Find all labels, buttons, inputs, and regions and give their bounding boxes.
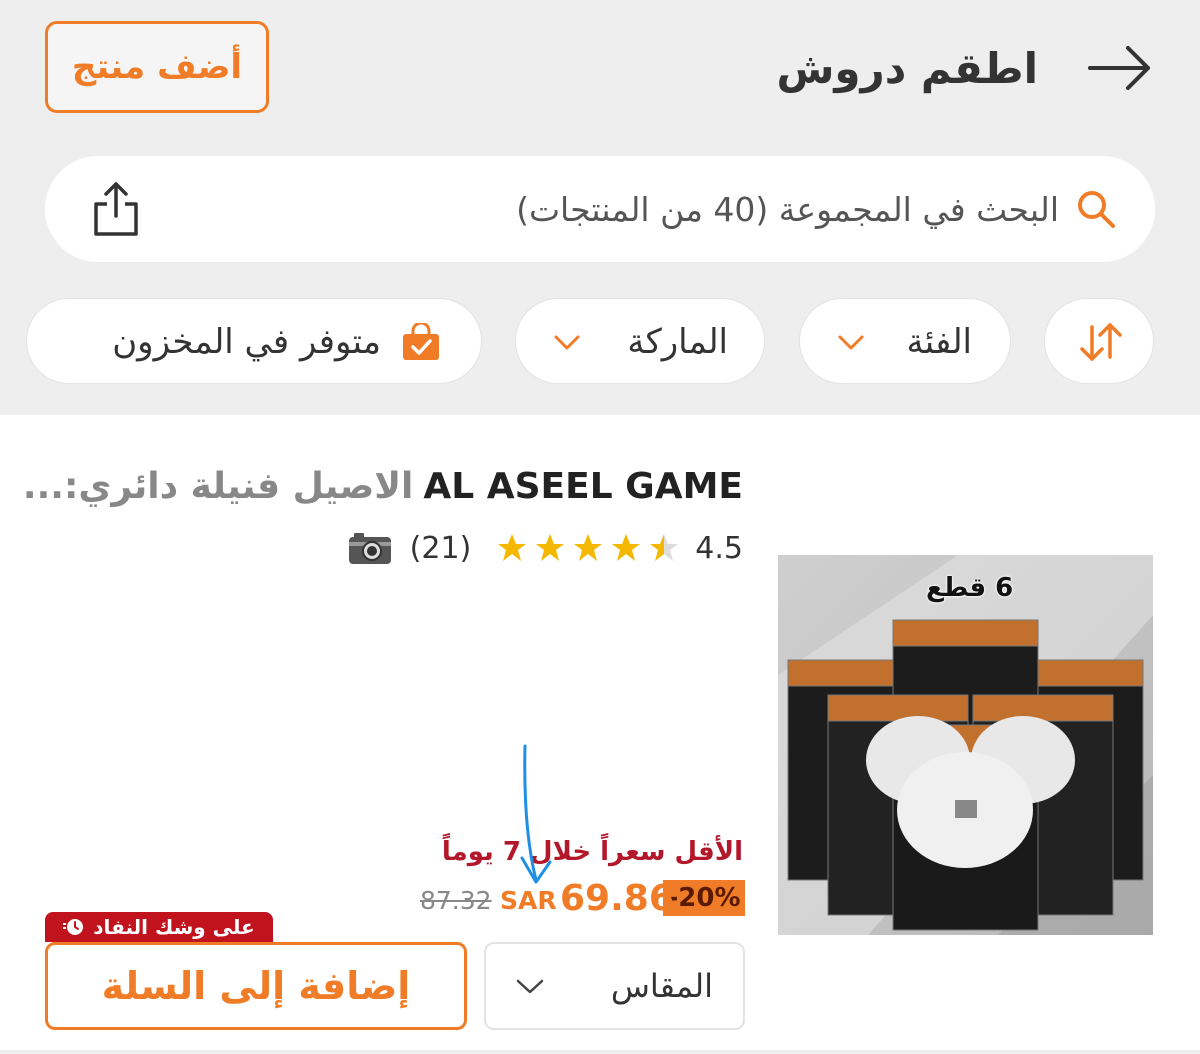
add-to-cart-button[interactable]: إضافة إلى السلة [45,942,467,1030]
chevron-down-icon [516,979,544,994]
image-pieces-label: 6 قطع [926,573,1014,603]
shopping-bag-check-icon [403,323,439,360]
share-icon[interactable] [93,180,139,238]
size-select[interactable]: المقاس [484,942,745,1030]
product-title-brand: AL ASEEL GAME [423,465,743,507]
category-filter[interactable]: الفئة [799,298,1011,384]
currency-label: SAR [500,885,557,915]
product-rating: 4.5 (21) [348,526,743,570]
chevron-down-icon [554,335,580,350]
rating-value: 4.5 [695,530,743,566]
search-icon [1078,191,1115,228]
brand-filter-label: الماركة [627,322,728,362]
search-input[interactable]: البحث في المجموعة (40 من المنتجات) [516,182,1059,236]
sale-price: 69.86 [560,877,674,919]
star-icon [574,534,603,561]
clock-icon [63,919,84,935]
in-stock-filter-label: متوفر في المخزون [112,322,381,362]
header-area: أضف منتج اطقم دروش البحث في المجموعة (40… [0,0,1200,415]
low-stock-badge: على وشك النفاد [45,912,273,942]
product-image[interactable]: 6 قطع [778,555,1153,935]
sort-button[interactable] [1044,298,1154,384]
camera-icon [348,533,391,564]
star-icon [498,534,527,561]
page-title: اطقم دروش [776,43,1038,93]
review-count: (21) [409,530,472,566]
old-price: 87.32 [420,885,492,915]
low-stock-label: على وشك النفاد [93,915,255,939]
sort-icon [1080,323,1122,361]
star-icon [536,534,565,561]
star-icon [650,534,679,561]
lowest-price-note: الأقل سعراً خلال 7 يوماً [441,837,743,867]
add-product-button[interactable]: أضف منتج [45,21,269,113]
search-bar[interactable]: البحث في المجموعة (40 من المنتجات) [45,156,1155,262]
product-image-art [778,555,1153,935]
rating-stars [497,533,679,563]
product-title[interactable]: AL ASEEL GAME الاصيل فنيلة دائري:... [23,458,743,514]
category-filter-label: الفئة [906,322,973,362]
back-arrow-icon[interactable] [1086,44,1154,92]
star-icon [612,534,641,561]
size-select-label: المقاس [610,967,713,1005]
in-stock-filter[interactable]: متوفر في المخزون [26,298,482,384]
chevron-down-icon [838,335,864,350]
discount-badge: -20% [663,880,745,916]
product-title-text: الاصيل فنيلة دائري:... [22,465,414,507]
brand-filter[interactable]: الماركة [515,298,765,384]
bottom-divider [0,1050,1200,1054]
